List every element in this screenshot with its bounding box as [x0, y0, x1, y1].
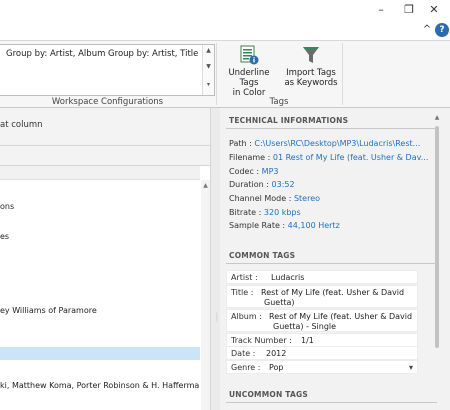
tags-group-label: Tags [269, 97, 289, 107]
grouping-hint-area: at column [0, 108, 210, 146]
restore-button[interactable]: ❐ [400, 2, 418, 18]
scroll-thumb[interactable] [435, 126, 439, 348]
group-row[interactable] [0, 166, 200, 180]
group-separator [216, 43, 217, 105]
codec-label: Codec : [229, 167, 262, 176]
album-value-line-2: Guetta) - Single [273, 322, 337, 331]
common-tags-title: COMMON TAGS [229, 251, 296, 260]
channel-mode-label: Channel Mode : [229, 194, 294, 203]
file-list-scrollbar[interactable]: ▲ [201, 180, 210, 410]
duration-label: Duration : [229, 180, 272, 189]
underline-tags-label-1: Underline Tags [228, 68, 270, 88]
artist-label: Artist : [231, 273, 258, 282]
import-tags-button[interactable]: Import Tags as Keywords [282, 44, 340, 88]
file-list-header[interactable] [0, 146, 210, 166]
channel-mode-value: Stereo [293, 194, 321, 203]
section-divider [226, 263, 437, 264]
minimize-button[interactable]: – [372, 2, 390, 18]
path-value: C:\Users\RC\Desktop\MP3\Ludacris\Rest... [254, 139, 421, 148]
sample-rate-value: 44,100 Hertz [287, 221, 340, 230]
scroll-up-icon[interactable]: ▲ [201, 182, 210, 189]
gallery-down-icon[interactable]: ▼ [203, 63, 214, 70]
bitrate-row: Bitrate : 320 kbps [229, 208, 433, 217]
uncommon-tags-title: UNCOMMON TAGS [229, 390, 308, 399]
section-divider [226, 128, 437, 129]
help-button[interactable]: ? [435, 23, 449, 37]
splitter-grip-icon[interactable]: ⋮ ⋮ [214, 313, 220, 328]
section-divider [226, 402, 437, 403]
codec-value: MP3 [261, 167, 279, 176]
list-item[interactable]: ki, Matthew Koma, Porter Robinson & H. H… [0, 379, 200, 392]
pane-splitter[interactable]: ⋮ ⋮ [210, 108, 220, 410]
collapse-ribbon-button[interactable]: ^ [420, 23, 434, 37]
gallery-more-icon[interactable]: ▾ [203, 81, 214, 88]
album-label: Album : [231, 312, 262, 321]
scroll-up-icon[interactable]: ▲ [433, 114, 441, 121]
ribbon: Group by: Artist, Album Group by: Artist… [0, 40, 450, 108]
artist-value[interactable]: Ludacris [271, 273, 304, 283]
sample-rate-row: Sample Rate : 44,100 Hertz [229, 221, 433, 230]
date-label: Date : [231, 349, 256, 358]
date-field[interactable]: Date : 2012 [226, 346, 418, 360]
album-value-line-1: Rest of My Life (feat. Usher & David [269, 312, 413, 321]
date-value[interactable]: 2012 [266, 349, 286, 359]
track-number-value[interactable]: 1/1 [301, 336, 314, 346]
track-number-field[interactable]: Track Number : 1/1 [226, 333, 418, 347]
list-item[interactable]: es [0, 230, 200, 243]
codec-row: Codec : MP3 [229, 167, 433, 176]
title-value-line-1: Rest of My Life (feat. Usher & David [261, 288, 405, 297]
duration-row: Duration : 03:52 [229, 180, 433, 189]
sample-rate-label: Sample Rate : [229, 221, 288, 230]
gallery-up-icon[interactable]: ▲ [203, 47, 214, 54]
underline-tags-button[interactable]: Underline Tags in Color [219, 44, 279, 98]
album-value[interactable]: Rest of My Life (feat. Usher & David Gue… [269, 312, 412, 332]
list-item-selected[interactable] [0, 347, 200, 360]
title-field[interactable]: Title : Rest of My Life (feat. Usher & D… [226, 285, 418, 308]
album-field[interactable]: Album : Rest of My Life (feat. Usher & D… [226, 309, 418, 332]
channel-mode-row: Channel Mode : Stereo [229, 194, 433, 203]
list-item[interactable]: ey Williams of Paramore [0, 304, 200, 317]
genre-dropdown-icon[interactable]: ▾ [409, 363, 413, 373]
tag-panel: ▲ TECHNICAL INFORMATIONS Path : C:\Users… [220, 108, 450, 410]
list-item[interactable]: ons [0, 200, 200, 213]
grouping-hint-text: at column [0, 120, 43, 130]
filter-icon [303, 47, 319, 63]
filename-value: 01 Rest of My Life (feat. Usher & Dav... [272, 153, 429, 162]
underline-tags-icon [240, 45, 259, 65]
close-button[interactable]: ✕ [425, 2, 443, 18]
genre-value[interactable]: Pop [269, 363, 284, 373]
filename-row: Filename : 01 Rest of My Life (feat. Ush… [229, 153, 433, 162]
path-label: Path : [229, 139, 255, 148]
file-list[interactable]: ons es ey Williams of Paramore ki, Matth… [0, 166, 210, 410]
artist-field[interactable]: Artist : Ludacris [226, 270, 418, 284]
group-separator [342, 43, 343, 105]
path-row: Path : C:\Users\RC\Desktop\MP3\Ludacris\… [229, 139, 433, 148]
filename-label: Filename : [229, 153, 273, 162]
title-bar: – ❐ ✕ [0, 0, 450, 20]
title-value[interactable]: Rest of My Life (feat. Usher & David Gue… [261, 288, 404, 308]
genre-label: Genre : [231, 363, 261, 372]
import-tags-label-1: Import Tags [286, 68, 336, 78]
workspace-configurations-gallery[interactable]: Group by: Artist, Album Group by: Artist… [0, 44, 215, 96]
duration-value: 03:52 [271, 180, 295, 189]
gallery-scrollbar[interactable]: ▲ ▼ ▾ [202, 45, 214, 95]
bitrate-value: 320 kbps [263, 208, 301, 217]
workspace-configurations-text[interactable]: Group by: Artist, Album Group by: Artist… [6, 49, 198, 59]
title-value-line-2: Guetta) [264, 298, 295, 307]
genre-field[interactable]: Genre : Pop ▾ [226, 360, 418, 374]
import-tags-label-2: as Keywords [284, 78, 338, 88]
ribbon-tab-row: ^ ? [0, 20, 450, 40]
track-number-label: Track Number : [231, 336, 292, 345]
technical-info-title: TECHNICAL INFORMATIONS [229, 116, 349, 125]
bitrate-label: Bitrate : [229, 208, 264, 217]
title-label: Title : [231, 288, 254, 297]
tag-panel-scrollbar[interactable]: ▲ [433, 114, 441, 410]
workspace-group-label: Workspace Configurations [51, 97, 164, 107]
